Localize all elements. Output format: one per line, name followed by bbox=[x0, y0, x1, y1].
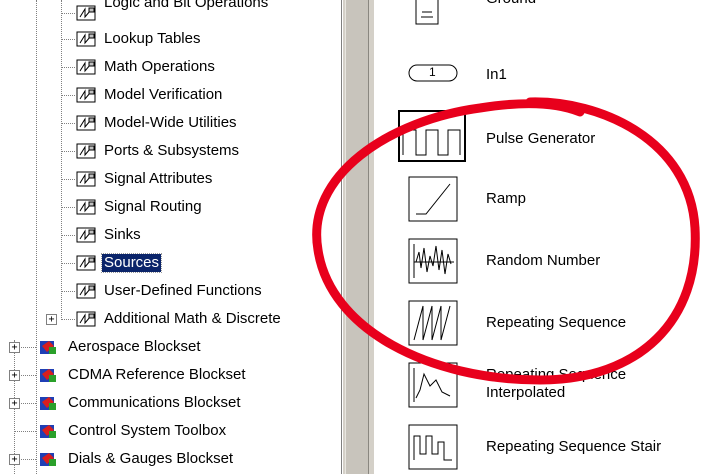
blockset-icon bbox=[38, 366, 58, 384]
tree-item-model-wide-utilities[interactable]: Model-Wide Utilities bbox=[61, 112, 239, 134]
block-label: Random Number bbox=[486, 252, 601, 269]
block-repeating-sequence-interpolated[interactable]: Repeating Sequence Interpolated bbox=[374, 360, 715, 410]
tree-item-signal-attributes[interactable]: Signal Attributes bbox=[61, 168, 214, 190]
tree-item-label: Communications Blockset bbox=[68, 394, 241, 411]
tree-item-label: CDMA Reference Blockset bbox=[68, 366, 246, 383]
library-folder-icon bbox=[76, 311, 96, 327]
block-in1[interactable]: 1 In1 bbox=[374, 56, 715, 92]
library-folder-icon bbox=[76, 31, 96, 47]
tree-item-label: Logic and Bit Operations bbox=[104, 0, 269, 11]
block-list[interactable]: Ground 1 In1 Pulse Generator Ramp Ran bbox=[374, 0, 715, 474]
block-label: Pulse Generator bbox=[486, 130, 596, 147]
tree-item-additional-math-and-discrete[interactable]: Additional Math & Discrete bbox=[61, 308, 283, 330]
block-label: Ground bbox=[486, 0, 536, 8]
pane-splitter[interactable] bbox=[340, 0, 374, 474]
blockset-icon bbox=[38, 394, 58, 412]
tree-item-sources[interactable]: Sources bbox=[61, 252, 163, 274]
tree-item-label: Signal Routing bbox=[104, 198, 202, 215]
tree-item-label: Control System Toolbox bbox=[68, 422, 227, 439]
block-ramp[interactable]: Ramp bbox=[374, 174, 715, 224]
library-folder-icon bbox=[76, 227, 96, 243]
tree-item-cdma-reference-blockset[interactable]: CDMA Reference Blockset bbox=[14, 364, 248, 386]
tree-item-signal-routing[interactable]: Signal Routing bbox=[61, 196, 204, 218]
library-folder-icon bbox=[76, 115, 96, 131]
expand-dials-gauges-button[interactable]: + bbox=[9, 454, 20, 465]
blockset-icon bbox=[38, 422, 58, 440]
block-label: Repeating Sequence bbox=[486, 314, 627, 331]
tree-item-communications-blockset[interactable]: Communications Blockset bbox=[14, 392, 243, 414]
library-folder-icon bbox=[76, 5, 96, 21]
block-repeating-sequence-stair[interactable]: Repeating Sequence Stair bbox=[374, 422, 715, 472]
library-tree[interactable]: Logic and Bit Operations Lookup Tables M… bbox=[0, 0, 340, 474]
splitter-edge bbox=[341, 0, 344, 474]
tree-item-label: Math Operations bbox=[104, 58, 215, 75]
expand-aerospace-button[interactable]: + bbox=[9, 342, 20, 353]
ramp-icon bbox=[408, 176, 458, 222]
tree-item-ports-and-subsystems[interactable]: Ports & Subsystems bbox=[61, 140, 241, 162]
library-folder-icon bbox=[76, 255, 96, 271]
tree-item-label: Model-Wide Utilities bbox=[104, 114, 237, 131]
tree-item-math-operations[interactable]: Math Operations bbox=[61, 56, 217, 78]
library-folder-icon bbox=[76, 59, 96, 75]
expand-additional-math-button[interactable]: + bbox=[46, 314, 57, 325]
tree-item-label: Aerospace Blockset bbox=[68, 338, 201, 355]
tree-item-label: Sinks bbox=[104, 226, 141, 243]
block-label: Ramp bbox=[486, 190, 527, 207]
tree-item-label: User-Defined Functions bbox=[104, 282, 262, 299]
pulse-generator-icon bbox=[398, 110, 466, 162]
block-pulse-generator[interactable]: Pulse Generator bbox=[374, 108, 715, 166]
expand-cdma-button[interactable]: + bbox=[9, 370, 20, 381]
tree-item-lookup-tables[interactable]: Lookup Tables bbox=[61, 28, 202, 50]
repeating-sequence-icon bbox=[408, 300, 458, 346]
tree-item-logic-and-bit-operations[interactable]: Logic and Bit Operations bbox=[61, 0, 270, 24]
tree-item-aerospace-blockset[interactable]: Aerospace Blockset bbox=[14, 336, 203, 358]
tree-item-dials-and-gauges-blockset[interactable]: Dials & Gauges Blockset bbox=[14, 448, 235, 470]
random-number-icon bbox=[408, 238, 458, 284]
tree-item-user-defined-functions[interactable]: User-Defined Functions bbox=[61, 280, 264, 302]
scrollbar-thumb[interactable] bbox=[345, 0, 369, 474]
ground-icon bbox=[415, 0, 439, 25]
tree-item-sinks[interactable]: Sinks bbox=[61, 224, 143, 246]
block-label: Repeating Sequence Interpolated bbox=[486, 366, 627, 401]
library-folder-icon bbox=[76, 283, 96, 299]
block-repeating-sequence[interactable]: Repeating Sequence bbox=[374, 298, 715, 348]
tree-item-label: Dials & Gauges Blockset bbox=[68, 450, 234, 467]
block-label: In1 bbox=[486, 66, 507, 83]
block-ground[interactable]: Ground bbox=[374, 0, 715, 30]
library-folder-icon bbox=[76, 171, 96, 187]
tree-item-label: Lookup Tables bbox=[104, 30, 201, 47]
library-folder-icon bbox=[76, 199, 96, 215]
tree-item-label: Ports & Subsystems bbox=[104, 142, 240, 159]
inport-number: 1 bbox=[429, 65, 436, 79]
repeating-sequence-interpolated-icon bbox=[408, 362, 458, 408]
tree-item-label: Signal Attributes bbox=[104, 170, 213, 187]
tree-item-model-verification[interactable]: Model Verification bbox=[61, 84, 224, 106]
tree-item-control-system-toolbox[interactable]: Control System Toolbox bbox=[14, 420, 228, 442]
tree-item-label: Model Verification bbox=[104, 86, 223, 103]
library-folder-icon bbox=[76, 87, 96, 103]
blockset-icon bbox=[38, 450, 58, 468]
repeating-sequence-stair-icon bbox=[408, 424, 458, 470]
blockset-icon bbox=[38, 338, 58, 356]
block-random-number[interactable]: Random Number bbox=[374, 236, 715, 286]
block-label: Repeating Sequence Stair bbox=[486, 438, 662, 455]
tree-item-label: Additional Math & Discrete bbox=[104, 310, 281, 327]
library-folder-icon bbox=[76, 143, 96, 159]
tree-item-label: Sources bbox=[100, 253, 163, 273]
expand-communications-button[interactable]: + bbox=[9, 398, 20, 409]
